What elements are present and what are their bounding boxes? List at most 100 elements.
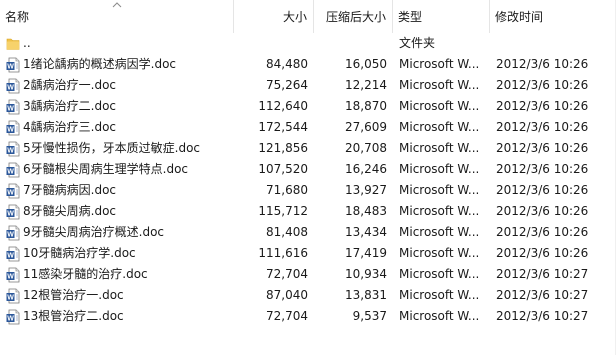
file-compressed-size: 16,050 xyxy=(345,57,387,71)
file-modified: 2012/3/6 10:26 xyxy=(496,120,589,134)
file-name: 2龋病治疗一.doc xyxy=(23,78,117,92)
file-type: Microsoft W... xyxy=(399,225,480,239)
svg-text:W: W xyxy=(7,190,14,197)
file-type: Microsoft W... xyxy=(399,78,480,92)
file-modified: 2012/3/6 10:26 xyxy=(496,225,589,239)
svg-text:W: W xyxy=(7,253,14,260)
file-row[interactable]: W 4龋病治疗三.doc 172,544 27,609 Microsoft W... 20… xyxy=(0,117,616,138)
file-row[interactable]: W 6牙髓根尖周病生理学特点.doc 107,520 16,246 Microsoft … xyxy=(0,159,616,180)
file-compressed-size xyxy=(314,33,387,54)
file-row[interactable]: W 11感染牙髓的治疗.doc 72,704 10,934 Microsoft W...… xyxy=(0,264,616,285)
file-name: 13根管治疗二.doc xyxy=(23,309,124,323)
file-type: Microsoft W... xyxy=(399,288,480,302)
word-doc-icon: W xyxy=(6,309,20,325)
file-modified: 2012/3/6 10:26 xyxy=(496,57,589,71)
svg-text:W: W xyxy=(7,274,14,281)
file-name: 11感染牙髓的治疗.doc xyxy=(23,267,148,281)
file-row[interactable]: W 5牙慢性损伤，牙本质过敏症.doc 121,856 20,708 Microsoft… xyxy=(0,138,616,159)
file-size: 75,264 xyxy=(266,78,308,92)
file-type: Microsoft W... xyxy=(399,267,480,281)
column-header-type-label: 类型 xyxy=(398,10,423,24)
file-modified: 2012/3/6 10:26 xyxy=(496,183,589,197)
parent-folder-row[interactable]: .. 文件夹 xyxy=(0,33,616,54)
file-name: .. xyxy=(23,36,31,50)
file-compressed-size: 10,934 xyxy=(345,267,387,281)
word-doc-icon: W xyxy=(6,57,20,73)
file-compressed-size: 16,246 xyxy=(345,162,387,176)
file-compressed-size: 9,537 xyxy=(352,309,387,323)
file-compressed-size: 12,214 xyxy=(345,78,387,92)
file-type: Microsoft W... xyxy=(399,162,480,176)
file-row[interactable]: W 9牙髓尖周病治疗概述.doc 81,408 13,434 Microsoft W..… xyxy=(0,222,616,243)
file-modified: 2012/3/6 10:26 xyxy=(496,99,589,113)
file-modified: 2012/3/6 10:26 xyxy=(496,162,589,176)
file-size: 72,704 xyxy=(266,267,308,281)
file-size: 172,544 xyxy=(258,120,308,134)
file-compressed-size: 18,483 xyxy=(345,204,387,218)
file-compressed-size: 18,870 xyxy=(345,99,387,113)
word-doc-icon: W xyxy=(6,288,20,304)
file-size: 84,480 xyxy=(266,57,308,71)
file-compressed-size: 13,831 xyxy=(345,288,387,302)
file-size: 115,712 xyxy=(258,204,308,218)
file-row[interactable]: W 3龋病治疗二.doc 112,640 18,870 Microsoft W... 20… xyxy=(0,96,616,117)
file-size: 81,408 xyxy=(266,225,308,239)
svg-text:W: W xyxy=(7,148,14,155)
column-header-compressed-size[interactable]: 压缩后大小 xyxy=(314,0,393,33)
file-modified: 2012/3/6 10:27 xyxy=(496,267,589,281)
file-size: 107,520 xyxy=(258,162,308,176)
svg-text:W: W xyxy=(7,232,14,239)
word-doc-icon: W xyxy=(6,183,20,199)
file-type: Microsoft W... xyxy=(399,204,480,218)
svg-text:W: W xyxy=(7,295,14,302)
word-doc-icon: W xyxy=(6,204,20,220)
word-doc-icon: W xyxy=(6,225,20,241)
file-modified: 2012/3/6 10:27 xyxy=(496,288,589,302)
file-name: 12根管治疗一.doc xyxy=(23,288,124,302)
file-size xyxy=(234,33,308,54)
file-row[interactable]: W 12根管治疗一.doc 87,040 13,831 Microsoft W... 20… xyxy=(0,285,616,306)
file-type: Microsoft W... xyxy=(399,120,480,134)
file-size: 111,616 xyxy=(258,246,308,260)
file-name: 3龋病治疗二.doc xyxy=(23,99,117,113)
word-doc-icon: W xyxy=(6,78,20,94)
svg-text:W: W xyxy=(7,64,14,71)
file-compressed-size: 27,609 xyxy=(345,120,387,134)
svg-text:W: W xyxy=(7,316,14,323)
file-size: 72,704 xyxy=(266,309,308,323)
file-modified: 2012/3/6 10:27 xyxy=(496,309,589,323)
file-size: 112,640 xyxy=(258,99,308,113)
file-row[interactable]: W 7牙髓病病因.doc 71,680 13,927 Microsoft W... 201… xyxy=(0,180,616,201)
file-type: Microsoft W... xyxy=(399,246,480,260)
file-row[interactable]: W 1绪论龋病的概述病因学.doc 84,480 16,050 Microsoft W.… xyxy=(0,54,616,75)
file-row[interactable]: W 2龋病治疗一.doc 75,264 12,214 Microsoft W... 201… xyxy=(0,75,616,96)
column-header-modified[interactable]: 修改时间 xyxy=(490,0,616,33)
svg-text:W: W xyxy=(7,85,14,92)
column-header-compressed-label: 压缩后大小 xyxy=(325,10,386,24)
file-modified: 2012/3/6 10:26 xyxy=(496,141,589,155)
file-size: 87,040 xyxy=(266,288,308,302)
file-modified xyxy=(496,33,614,54)
word-doc-icon: W xyxy=(6,141,20,157)
file-type: 文件夹 xyxy=(399,36,436,50)
column-header-type[interactable]: 类型 xyxy=(393,0,490,33)
column-header-size[interactable]: 大小 xyxy=(234,0,314,33)
file-name: 10牙髓病治疗学.doc xyxy=(23,246,136,260)
file-name: 7牙髓病病因.doc xyxy=(23,183,117,197)
file-type: Microsoft W... xyxy=(399,57,480,71)
file-name: 6牙髓根尖周病生理学特点.doc xyxy=(23,162,189,176)
column-header-size-label: 大小 xyxy=(282,10,307,24)
file-type: Microsoft W... xyxy=(399,309,480,323)
word-doc-icon: W xyxy=(6,246,20,262)
file-row[interactable]: W 13根管治疗二.doc 72,704 9,537 Microsoft W... 201… xyxy=(0,306,616,327)
column-header-name-label: 名称 xyxy=(5,10,30,24)
file-type: Microsoft W... xyxy=(399,183,480,197)
file-compressed-size: 13,434 xyxy=(345,225,387,239)
file-name: 5牙慢性损伤，牙本质过敏症.doc xyxy=(23,141,201,155)
file-compressed-size: 13,927 xyxy=(345,183,387,197)
file-row[interactable]: W 10牙髓病治疗学.doc 111,616 17,419 Microsoft W...… xyxy=(0,243,616,264)
file-row[interactable]: W 8牙髓尖周病.doc 115,712 18,483 Microsoft W... 20… xyxy=(0,201,616,222)
svg-text:W: W xyxy=(7,106,14,113)
folder-icon xyxy=(6,38,20,50)
sort-ascending-icon xyxy=(112,2,122,8)
